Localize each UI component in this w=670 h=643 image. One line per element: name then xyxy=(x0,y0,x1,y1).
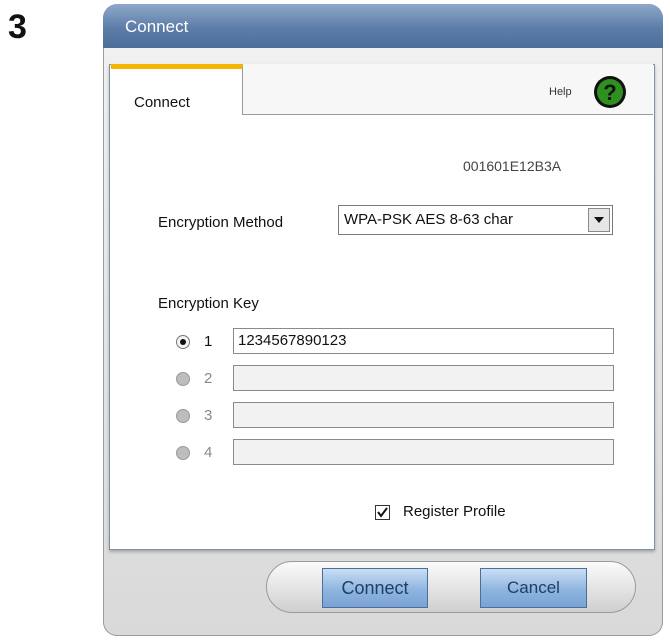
checkmark-icon xyxy=(377,507,388,518)
key-2-input[interactable] xyxy=(233,365,614,391)
key-3-input[interactable] xyxy=(233,402,614,428)
key-1-input[interactable]: 1234567890123 xyxy=(233,328,614,354)
key-4-radio[interactable] xyxy=(176,446,190,460)
key-4-number: 4 xyxy=(204,444,213,461)
key-1-value: 1234567890123 xyxy=(238,332,347,349)
tab-strip xyxy=(243,64,653,115)
help-label[interactable]: Help xyxy=(549,86,572,98)
dropdown-button[interactable] xyxy=(588,208,610,232)
question-mark-icon[interactable]: ? xyxy=(593,75,627,109)
key-1-number: 1 xyxy=(204,333,213,350)
register-profile-label: Register Profile xyxy=(403,503,506,520)
encryption-method-select[interactable]: WPA-PSK AES 8-63 char xyxy=(338,205,613,235)
step-number: 3 xyxy=(8,8,27,46)
encryption-method-value: WPA-PSK AES 8-63 char xyxy=(344,211,513,228)
window-title: Connect xyxy=(125,17,189,36)
tab-connect-label: Connect xyxy=(134,94,190,111)
key-1-radio[interactable] xyxy=(176,335,190,349)
register-profile-checkbox[interactable] xyxy=(375,505,390,520)
key-4-input[interactable] xyxy=(233,439,614,465)
device-mac-address: 001601E12B3A xyxy=(463,158,562,174)
key-2-radio[interactable] xyxy=(176,372,190,386)
cancel-button[interactable]: Cancel xyxy=(480,568,587,608)
title-bar: Connect xyxy=(103,4,663,48)
tab-connect[interactable]: Connect xyxy=(111,64,243,115)
encryption-method-label: Encryption Method xyxy=(158,214,284,231)
encryption-key-label: Encryption Key xyxy=(158,295,259,312)
connect-dialog: Connect Connect Help ? 001601E12B3A Encr… xyxy=(103,4,663,636)
chevron-down-icon xyxy=(594,217,604,223)
connect-button[interactable]: Connect xyxy=(322,568,428,608)
key-3-number: 3 xyxy=(204,407,213,424)
svg-text:?: ? xyxy=(603,80,616,105)
key-3-radio[interactable] xyxy=(176,409,190,423)
key-2-number: 2 xyxy=(204,370,213,387)
